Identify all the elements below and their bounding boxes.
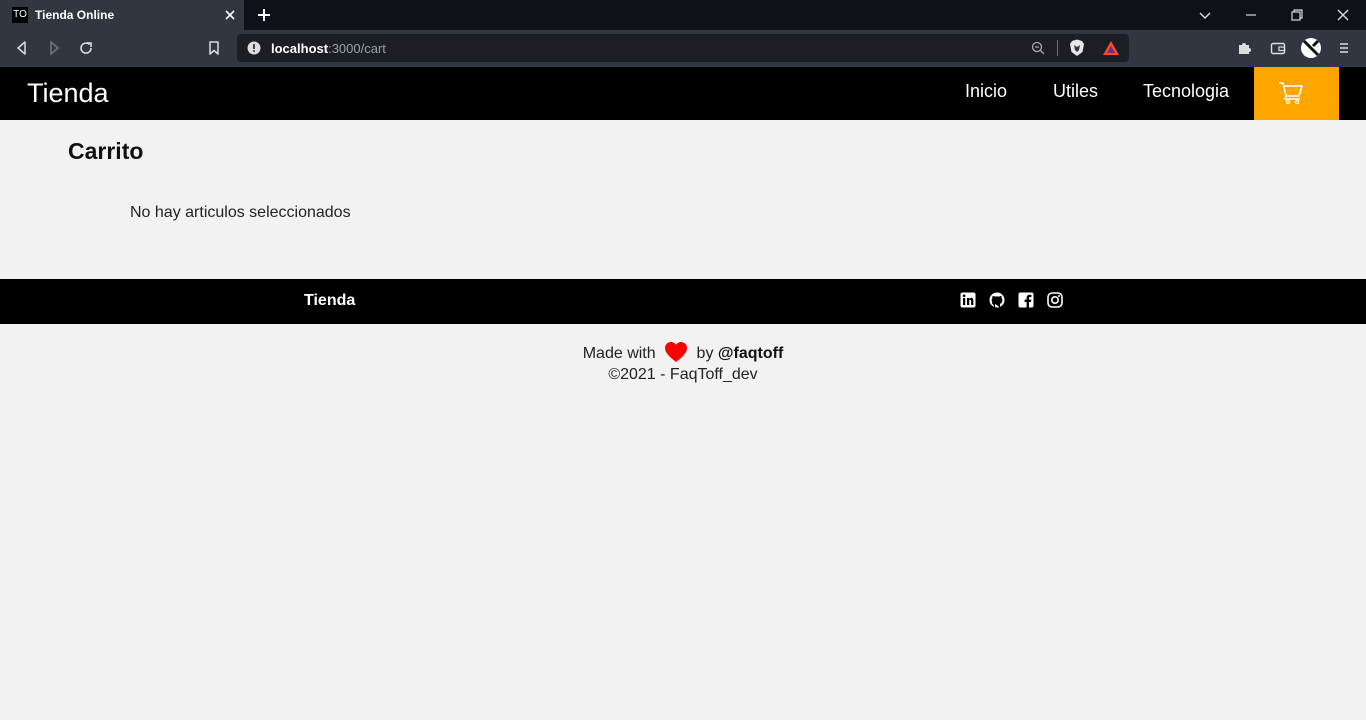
github-icon[interactable] bbox=[989, 292, 1005, 308]
address-bar-divider bbox=[1057, 40, 1058, 56]
heart-icon bbox=[665, 342, 688, 362]
menu-icon[interactable] bbox=[1336, 40, 1352, 56]
wallet-icon[interactable] bbox=[1270, 40, 1286, 56]
site-footer: Tienda bbox=[0, 279, 1366, 324]
made-with-credit: Made with by @faqtoff bbox=[0, 341, 1366, 363]
instagram-icon[interactable] bbox=[1047, 292, 1063, 308]
brave-shields-icon[interactable] bbox=[1069, 39, 1085, 57]
page-title: Carrito bbox=[68, 138, 144, 164]
site-info-icon[interactable] bbox=[247, 41, 261, 55]
site-favicon: TO bbox=[12, 7, 28, 23]
browser-toolbar: localhost:3000/cart bbox=[0, 30, 1366, 67]
bookmark-icon[interactable] bbox=[206, 40, 222, 56]
brave-rewards-icon[interactable] bbox=[1102, 40, 1120, 56]
url-path: :3000/cart bbox=[328, 41, 386, 56]
minimize-icon[interactable] bbox=[1242, 6, 1260, 24]
made-with-text: Made with bbox=[582, 345, 656, 362]
copyright-text: ©2021 - FaqToff_dev bbox=[608, 366, 758, 383]
browser-tab-strip: TO Tienda Online bbox=[0, 0, 1366, 30]
tab-search-icon[interactable] bbox=[1196, 6, 1214, 24]
nav-link-utiles[interactable]: Utiles bbox=[1053, 81, 1098, 102]
back-icon[interactable] bbox=[14, 40, 30, 56]
brand-link[interactable]: Tienda bbox=[27, 78, 109, 109]
tab-title: Tienda Online bbox=[35, 8, 115, 22]
address-bar[interactable]: localhost:3000/cart bbox=[237, 34, 1129, 62]
new-tab-icon[interactable] bbox=[256, 7, 272, 23]
url-host: localhost bbox=[271, 41, 329, 56]
close-window-icon[interactable] bbox=[1334, 6, 1352, 24]
profile-avatar-icon[interactable] bbox=[1300, 37, 1322, 59]
close-tab-icon[interactable] bbox=[222, 7, 238, 23]
browser-tab[interactable]: TO Tienda Online bbox=[0, 0, 244, 30]
nav-link-inicio[interactable]: Inicio bbox=[965, 81, 1007, 102]
linkedin-icon[interactable] bbox=[960, 292, 976, 308]
footer-brand: Tienda bbox=[304, 292, 356, 309]
zoom-icon[interactable] bbox=[1031, 41, 1045, 55]
forward-icon[interactable] bbox=[46, 40, 62, 56]
site-navbar: Tienda Inicio Utiles Tecnologia bbox=[0, 67, 1366, 120]
extensions-icon[interactable] bbox=[1236, 40, 1252, 56]
by-text: by bbox=[696, 345, 714, 362]
empty-cart-message: No hay articulos seleccionados bbox=[130, 204, 351, 221]
reload-icon[interactable] bbox=[78, 40, 94, 56]
nav-link-tecnologia[interactable]: Tecnologia bbox=[1143, 81, 1229, 102]
author-handle[interactable]: @faqtoff bbox=[718, 345, 783, 362]
cart-button[interactable] bbox=[1254, 67, 1339, 120]
restore-icon[interactable] bbox=[1288, 6, 1306, 24]
shopping-cart-icon bbox=[1279, 82, 1303, 105]
url-text[interactable]: localhost:3000/cart bbox=[271, 41, 386, 56]
facebook-icon[interactable] bbox=[1018, 292, 1034, 308]
